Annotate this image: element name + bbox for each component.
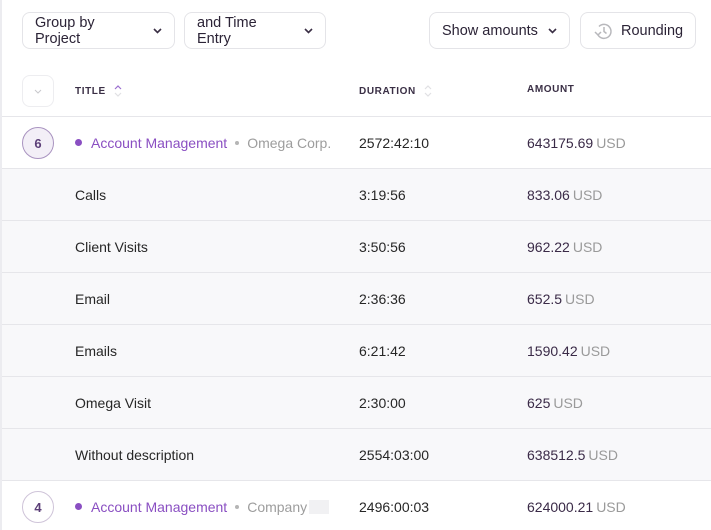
- project-group-row[interactable]: 6 Account Management Omega Corp. 2572:42…: [2, 117, 711, 169]
- show-amounts-label: Show amounts: [442, 22, 538, 39]
- separator-dot: [235, 140, 240, 145]
- sub-group-label: and Time Entry: [197, 14, 257, 47]
- amount-value: 638512.5: [527, 446, 586, 463]
- chevron-down-icon: [304, 27, 313, 34]
- time-entry-row[interactable]: Emails 6:21:42 1590.42 USD: [2, 325, 711, 377]
- amount-value: 1590.42: [527, 342, 578, 359]
- project-name[interactable]: Account Management: [91, 499, 227, 515]
- amount-value: 652.5: [527, 290, 563, 307]
- currency-label: USD: [588, 446, 618, 463]
- entry-title: Without description: [75, 446, 195, 463]
- amount-value: 624000.21: [527, 498, 594, 515]
- duration-cell: 6:21:42: [359, 342, 406, 359]
- column-title-label: TITLE: [75, 85, 106, 97]
- column-amount-label: AMOUNT: [527, 84, 575, 95]
- column-header-duration[interactable]: DURATION: [359, 84, 432, 98]
- project-title: Account Management Company: [75, 498, 330, 515]
- report-toolbar: Group by Project and Time Entry Show amo…: [22, 12, 696, 50]
- time-entry-row[interactable]: Calls 3:19:56 833.06 USD: [2, 169, 711, 221]
- currency-label: USD: [565, 290, 595, 307]
- amount-cell: 1590.42 USD: [527, 343, 610, 359]
- client-name: Company: [247, 498, 308, 515]
- project-color-dot: [75, 139, 82, 146]
- chevron-down-icon: [34, 89, 42, 94]
- project-group-row[interactable]: 4 Account Management Company 2496:00:03 6…: [2, 481, 711, 530]
- time-entry-row[interactable]: Without description 2554:03:00 638512.5 USD: [2, 429, 711, 481]
- rounding-label: Rounding: [621, 22, 684, 39]
- duration-cell: 2496:00:03: [359, 498, 430, 515]
- entry-title: Calls: [75, 186, 107, 203]
- currency-label: USD: [580, 342, 611, 359]
- duration-cell: 2:36:36: [359, 290, 406, 307]
- currency-label: USD: [572, 186, 603, 203]
- group-count-toggle[interactable]: 6: [22, 127, 54, 159]
- group-by-dropdown[interactable]: Group by Project: [22, 12, 175, 49]
- column-header-title[interactable]: TITLE: [75, 84, 122, 98]
- amount-cell: 638512.5 USD: [527, 447, 618, 463]
- amount-cell: 962.22 USD: [527, 239, 602, 255]
- amount-cell: 624000.21 USD: [527, 499, 626, 515]
- time-entry-row[interactable]: Omega Visit 2:30:00 625 USD: [2, 377, 711, 429]
- chevron-down-icon: [153, 27, 162, 34]
- entry-title: Client Visits: [75, 238, 148, 255]
- entry-title: Email: [75, 290, 111, 307]
- amount-value: 643175.69: [527, 134, 594, 151]
- column-duration-label: DURATION: [359, 85, 416, 97]
- expand-all-toggle[interactable]: [22, 75, 54, 107]
- amount-value: 962.22: [527, 238, 570, 255]
- currency-label: USD: [596, 498, 626, 515]
- amount-value: 833.06: [527, 186, 570, 203]
- time-entry-row[interactable]: Client Visits 3:50:56 962.22 USD: [2, 221, 711, 273]
- client-name: Omega Corp.: [247, 134, 332, 151]
- project-title: Account Management Omega Corp.: [75, 135, 331, 151]
- chevron-down-icon: [548, 27, 557, 34]
- duration-cell: 2554:03:00: [359, 446, 430, 463]
- group-count-toggle[interactable]: 4: [22, 491, 54, 523]
- sort-icon: [114, 84, 122, 98]
- duration-cell: 2:30:00: [359, 394, 406, 411]
- separator-dot: [235, 504, 240, 509]
- table-header: TITLE DURATION AMOUNT: [2, 70, 711, 117]
- column-header-amount: AMOUNT: [527, 84, 574, 95]
- currency-label: USD: [553, 394, 583, 411]
- currency-label: USD: [572, 238, 603, 255]
- duration-cell: 3:50:56: [359, 238, 406, 255]
- show-amounts-dropdown[interactable]: Show amounts: [429, 12, 570, 49]
- history-clock-icon: [593, 22, 613, 40]
- entry-title: Omega Visit: [75, 394, 151, 411]
- group-by-label: Group by Project: [35, 14, 95, 47]
- amount-cell: 833.06 USD: [527, 187, 602, 203]
- rounding-button[interactable]: Rounding: [580, 12, 696, 49]
- amount-value: 625: [527, 394, 551, 411]
- sub-group-dropdown[interactable]: and Time Entry: [184, 12, 326, 49]
- project-color-dot: [75, 503, 82, 510]
- text-fade: [309, 499, 330, 514]
- currency-label: USD: [596, 134, 626, 151]
- time-entry-row[interactable]: Email 2:36:36 652.5 USD: [2, 273, 711, 325]
- amount-cell: 643175.69 USD: [527, 135, 626, 151]
- amount-cell: 652.5 USD: [527, 291, 595, 307]
- duration-cell: 3:19:56: [359, 186, 406, 203]
- sort-icon: [424, 84, 432, 98]
- project-name[interactable]: Account Management: [91, 135, 227, 151]
- entry-title: Emails: [75, 342, 118, 359]
- duration-cell: 2572:42:10: [359, 134, 430, 151]
- amount-cell: 625 USD: [527, 395, 583, 411]
